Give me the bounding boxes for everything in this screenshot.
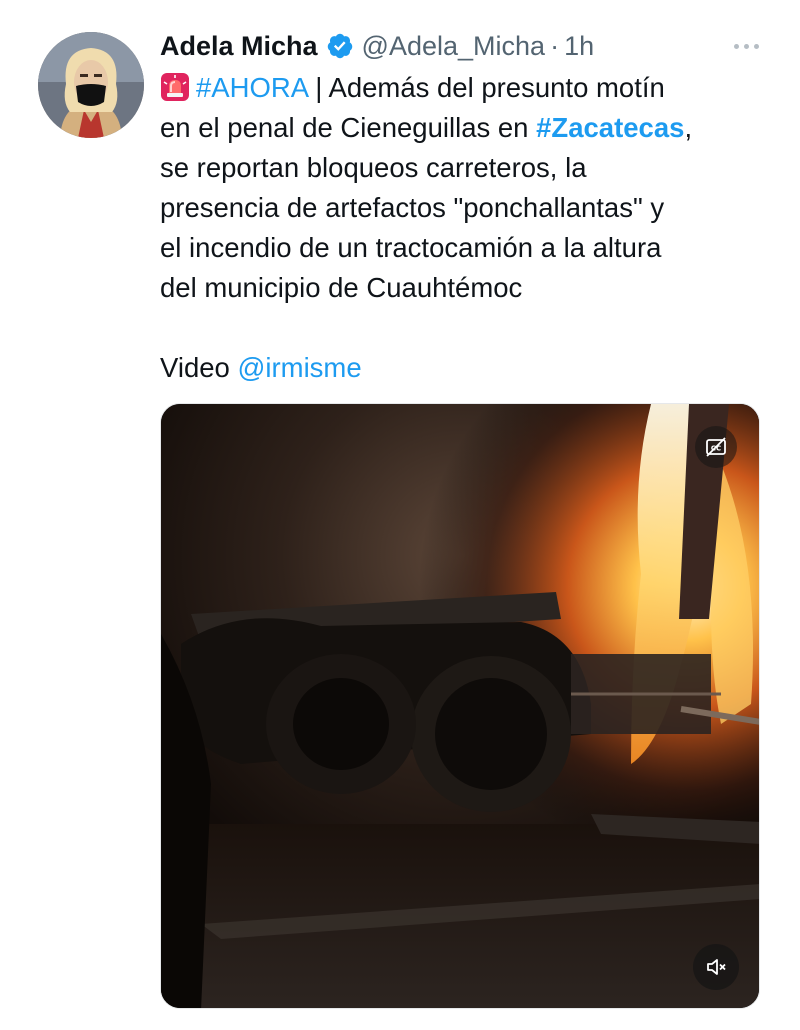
timestamp[interactable]: 1h <box>564 31 594 62</box>
hashtag-ahora-link[interactable]: #AHORA <box>196 72 308 103</box>
avatar[interactable] <box>38 32 144 138</box>
captions-off-icon[interactable]: CC <box>695 426 737 468</box>
video-frame <box>161 404 759 1008</box>
tweet-text-line1: | Además del presunto motín <box>307 72 665 103</box>
separator-dot: · <box>550 30 560 61</box>
tweet-line-3: se reportan bloqueos carreteros, la <box>160 152 587 183</box>
rotating-light-emoji <box>160 72 190 102</box>
hashtag-zacatecas-link[interactable]: #Zacatecas <box>536 112 684 143</box>
tweet-line-2: en el penal de Cieneguillas en #Zacateca… <box>160 108 770 148</box>
tweet-credit-line: Video @irmisme <box>160 348 770 388</box>
video-credit-label: Video <box>160 352 238 383</box>
verified-badge-icon <box>326 32 354 60</box>
tweet-line-5: el incendio de un tractocamión a la altu… <box>160 232 662 263</box>
tweet-line-4: presencia de artefactos "ponchallantas" … <box>160 192 665 223</box>
mention-irmisme-link[interactable]: @irmisme <box>237 352 361 383</box>
tweet-card[interactable]: Adela Micha @Adela_Micha · 1h #AHORA | A… <box>0 0 800 1030</box>
tweet-text-line2: en el penal de Cieneguillas en <box>160 112 537 143</box>
tweet-line-1: #AHORA | Además del presunto motín <box>160 68 770 108</box>
tweet-header: Adela Micha @Adela_Micha · 1h <box>160 26 594 66</box>
author-name[interactable]: Adela Micha <box>160 31 318 62</box>
tweet-text-comma: , <box>684 112 693 143</box>
more-horizontal-icon[interactable] <box>726 32 766 60</box>
video-player[interactable]: CC <box>160 403 760 1009</box>
author-handle[interactable]: @Adela_Micha <box>362 31 546 62</box>
volume-muted-icon[interactable] <box>693 944 739 990</box>
tweet-text: #AHORA | Además del presunto motín en el… <box>160 68 770 388</box>
tweet-line-6: del municipio de Cuauhtémoc <box>160 272 523 303</box>
